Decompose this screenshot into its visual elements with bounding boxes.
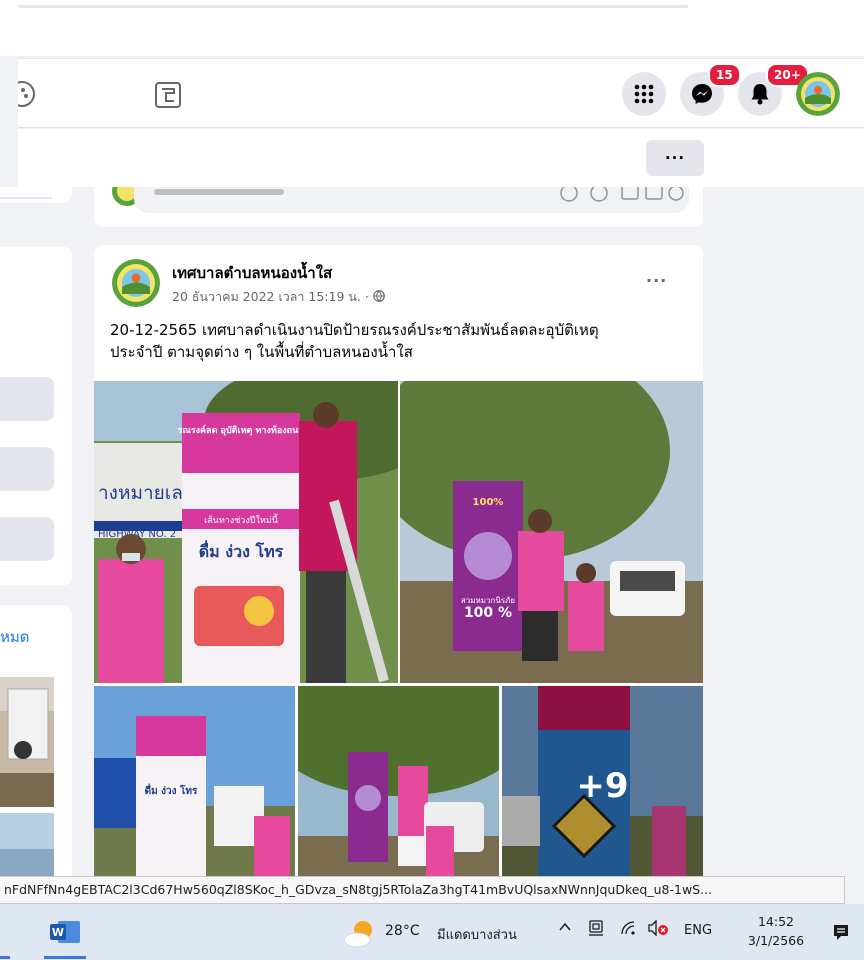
post-card: เทศบาลตำบลหนองน้ำใส 20 ธันวาคม 2022 เวลา…: [94, 245, 703, 885]
menu-grid-button[interactable]: [622, 72, 666, 116]
see-all-photos-link[interactable]: หมด: [0, 625, 30, 649]
post-options-button[interactable]: ···: [646, 271, 667, 290]
clock-date: 3/1/2566: [747, 933, 805, 948]
comment-tool-icons: [154, 184, 684, 202]
post-photo[interactable]: างหมายเลข 2 HIGHWAY NO. 2 รณรงค์ลด อุบัต…: [94, 381, 398, 683]
photo-thumbnail[interactable]: [0, 677, 54, 807]
post-photo[interactable]: ดื่ม ง่วง โทร: [94, 686, 295, 885]
meet-now-icon[interactable]: [588, 920, 604, 942]
sign-keywords: ดื่ม ง่วง โทร: [199, 540, 284, 561]
edit-details-button[interactable]: [0, 377, 54, 421]
comment-input[interactable]: [134, 184, 689, 213]
municipality-logo-icon: [796, 72, 840, 116]
clock-time: 14:52: [757, 914, 795, 929]
windows-taskbar: W 28°C มีแดดบางส่วน ENG 14:52 3/1/2566: [0, 904, 864, 960]
profile-tab-bar: ···: [18, 129, 864, 187]
post-author-name[interactable]: เทศบาลตำบลหนองน้ำใส: [172, 261, 332, 285]
more-options-button[interactable]: ···: [646, 140, 704, 176]
post-photo[interactable]: [298, 686, 499, 885]
photo-thumbnail[interactable]: [0, 813, 54, 876]
svg-text:W: W: [52, 926, 64, 939]
sign-caption: สวมหมวกนิรภัย: [461, 596, 515, 605]
svg-text:100%: 100%: [473, 497, 504, 508]
post-text: 20-12-2565 เทศบาลดำเนินงานปิดป้ายรณรงค์ป…: [110, 319, 690, 363]
word-active-indicator: [44, 956, 86, 959]
messenger-icon: [692, 84, 712, 104]
weather-description[interactable]: มีแดดบางส่วน: [437, 924, 517, 945]
speaker-muted-icon[interactable]: [648, 919, 670, 940]
post-author-avatar[interactable]: [112, 259, 160, 307]
chevron-up-icon[interactable]: [558, 920, 572, 938]
weather-partly-sunny-icon[interactable]: [343, 920, 377, 948]
word-app-icon[interactable]: W: [50, 919, 80, 945]
post-text-line: ประจำปี ตามจุดต่าง ๆ ในพื้นที่ตำบลหนองน้…: [110, 343, 413, 361]
action-center-icon[interactable]: [832, 923, 850, 941]
bell-icon: [751, 84, 769, 105]
left-card-intro: [0, 247, 72, 585]
sign-percent: 100 %: [464, 605, 512, 621]
divider: [0, 197, 52, 199]
post-photo-more[interactable]: +9: [502, 686, 703, 885]
left-card-top: [0, 187, 72, 203]
svg-text:ดื่ม ง่วง โทร: ดื่ม ง่วง โทร: [145, 783, 198, 797]
facebook-header: 15 20+: [9, 58, 864, 128]
link-status-bar: nFdNFfNn4gEBTAC2l3Cd67Hw560qZl8SKoc_h_GD…: [0, 876, 845, 904]
profile-avatar[interactable]: [796, 72, 840, 116]
wifi-icon[interactable]: [620, 920, 636, 940]
gaming-icon[interactable]: [154, 81, 182, 109]
add-hobbies-button[interactable]: [0, 447, 54, 491]
post-photo[interactable]: 100% 100 % สวมหมวกนิรภัย: [400, 381, 703, 683]
menu-grid-icon: [634, 84, 654, 104]
taskbar-active-indicator: [0, 956, 10, 959]
sign-heading: รณรงค์ลด อุบัติเหตุ ทางท้องถนน: [178, 424, 306, 436]
municipality-logo-icon: [112, 259, 160, 307]
post-timestamp[interactable]: 20 ธันวาคม 2022 เวลา 15:19 น. ·: [172, 287, 385, 307]
groups-icon[interactable]: [9, 81, 40, 107]
divider: [18, 5, 688, 8]
globe-icon: [372, 290, 385, 302]
comment-composer: [94, 184, 703, 227]
clock[interactable]: 14:52 3/1/2566: [744, 912, 808, 950]
top-strip: [0, 0, 864, 56]
left-card-photos: หมด: [0, 605, 72, 876]
input-language[interactable]: ENG: [684, 923, 712, 938]
weather-temperature[interactable]: 28°C: [385, 923, 420, 939]
add-featured-button[interactable]: [0, 517, 54, 561]
post-timestamp-text[interactable]: 20 ธันวาคม 2022 เวลา 15:19 น. ·: [172, 289, 369, 304]
post-text-line: 20-12-2565 เทศบาลดำเนินงานปิดป้ายรณรงค์ป…: [110, 321, 599, 339]
messenger-badge: 15: [708, 63, 741, 87]
more-photos-overlay[interactable]: +9: [502, 686, 703, 885]
